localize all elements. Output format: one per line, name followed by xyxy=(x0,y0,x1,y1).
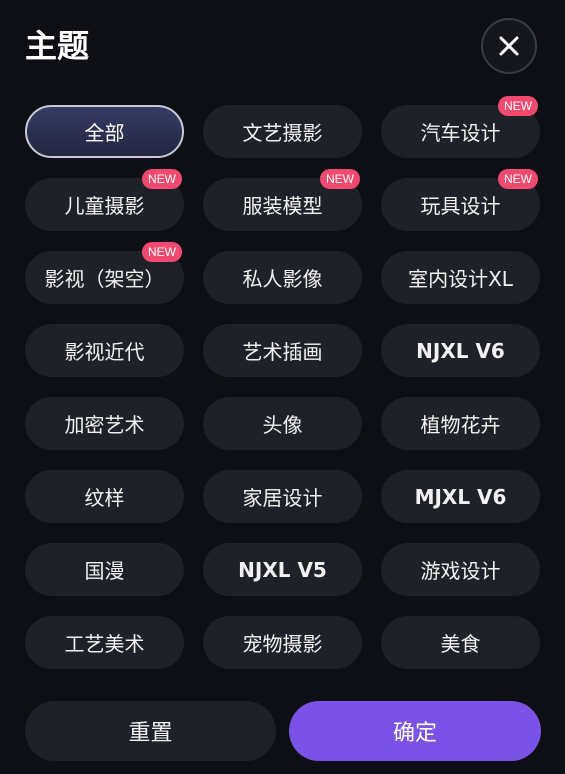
category-chip[interactable]: 植物花卉 xyxy=(381,397,540,450)
category-chip[interactable]: 影视（架空） NEW xyxy=(25,242,184,304)
category-chip[interactable]: 宠物摄影 xyxy=(203,616,362,669)
category-chip-label: 宠物摄影 xyxy=(242,632,323,656)
category-chip[interactable]: 私人影像 xyxy=(203,251,362,304)
category-grid: 全部 文艺摄影 汽车设计 NEW 儿童摄影 NEW 服装模型 NEW 玩具设计 NEW 影视（架空）… xyxy=(25,96,541,669)
category-chip-label: MJXL V6 xyxy=(414,484,507,509)
category-chip-label: NJXL V6 xyxy=(416,338,505,363)
category-chip-label: 玩具设计 xyxy=(420,194,501,218)
confirm-button[interactable]: 确定 xyxy=(289,701,541,761)
category-chip[interactable]: 汽车设计 NEW xyxy=(381,96,540,158)
category-chip-label: 植物花卉 xyxy=(420,413,501,437)
category-chip[interactable]: 游戏设计 xyxy=(381,543,540,596)
category-chip-label: 家居设计 xyxy=(242,486,323,510)
category-chip-label: 艺术插画 xyxy=(242,340,323,364)
category-chip-label: 游戏设计 xyxy=(420,559,501,583)
category-chip[interactable]: 服装模型 NEW xyxy=(203,169,362,231)
category-chip[interactable]: 室内设计XL xyxy=(381,251,540,304)
category-chip[interactable]: 玩具设计 NEW xyxy=(381,169,540,231)
category-chip-label: 文艺摄影 xyxy=(242,121,323,145)
category-chip[interactable]: NJXL V5 xyxy=(203,543,362,596)
new-badge: NEW xyxy=(142,169,182,189)
category-chip-label: 美食 xyxy=(440,632,481,656)
category-chip[interactable]: 纹样 xyxy=(25,470,184,523)
category-chip-label: 纹样 xyxy=(84,486,125,510)
new-badge: NEW xyxy=(142,242,182,262)
category-chip-label: 服装模型 xyxy=(242,194,323,218)
category-chip-label: 影视（架空） xyxy=(44,267,165,291)
new-badge: NEW xyxy=(498,96,538,116)
category-chip[interactable]: NJXL V6 xyxy=(381,324,540,377)
category-chip-label: 室内设计XL xyxy=(408,267,513,291)
category-chip[interactable]: 头像 xyxy=(203,397,362,450)
category-chip-label: 影视近代 xyxy=(64,340,145,364)
footer-actions: 重置 确定 xyxy=(25,701,541,761)
category-chip[interactable]: MJXL V6 xyxy=(381,470,540,523)
category-chip[interactable]: 国漫 xyxy=(25,543,184,596)
category-chip-label: 汽车设计 xyxy=(420,121,501,145)
category-chip[interactable]: 文艺摄影 xyxy=(203,105,362,158)
new-badge: NEW xyxy=(498,169,538,189)
category-chip-label: 儿童摄影 xyxy=(64,194,145,218)
category-chip-label: 私人影像 xyxy=(242,267,323,291)
category-chip-label: 加密艺术 xyxy=(64,413,145,437)
reset-button[interactable]: 重置 xyxy=(25,701,276,761)
category-chip-label: NJXL V5 xyxy=(238,557,327,582)
category-chip[interactable]: 家居设计 xyxy=(203,470,362,523)
category-chip-label: 全部 xyxy=(84,121,125,145)
category-chip[interactable]: 加密艺术 xyxy=(25,397,184,450)
category-chip[interactable]: 影视近代 xyxy=(25,324,184,377)
close-icon xyxy=(499,36,519,56)
category-chip[interactable]: 工艺美术 xyxy=(25,616,184,669)
close-button[interactable] xyxy=(481,18,537,74)
theme-filter-panel: 主题 全部 文艺摄影 汽车设计 NEW 儿童摄影 NEW 服装模型 NEW 玩具设计 NEW 影视（… xyxy=(0,0,565,774)
category-chip-label: 国漫 xyxy=(84,559,125,583)
category-chip[interactable]: 美食 xyxy=(381,616,540,669)
category-chip[interactable]: 艺术插画 xyxy=(203,324,362,377)
page-title: 主题 xyxy=(25,27,90,65)
category-chip-label: 工艺美术 xyxy=(64,632,145,656)
category-chip[interactable]: 儿童摄影 NEW xyxy=(25,169,184,231)
category-chip-label: 头像 xyxy=(262,413,303,437)
category-chip[interactable]: 全部 xyxy=(25,105,184,158)
new-badge: NEW xyxy=(320,169,360,189)
